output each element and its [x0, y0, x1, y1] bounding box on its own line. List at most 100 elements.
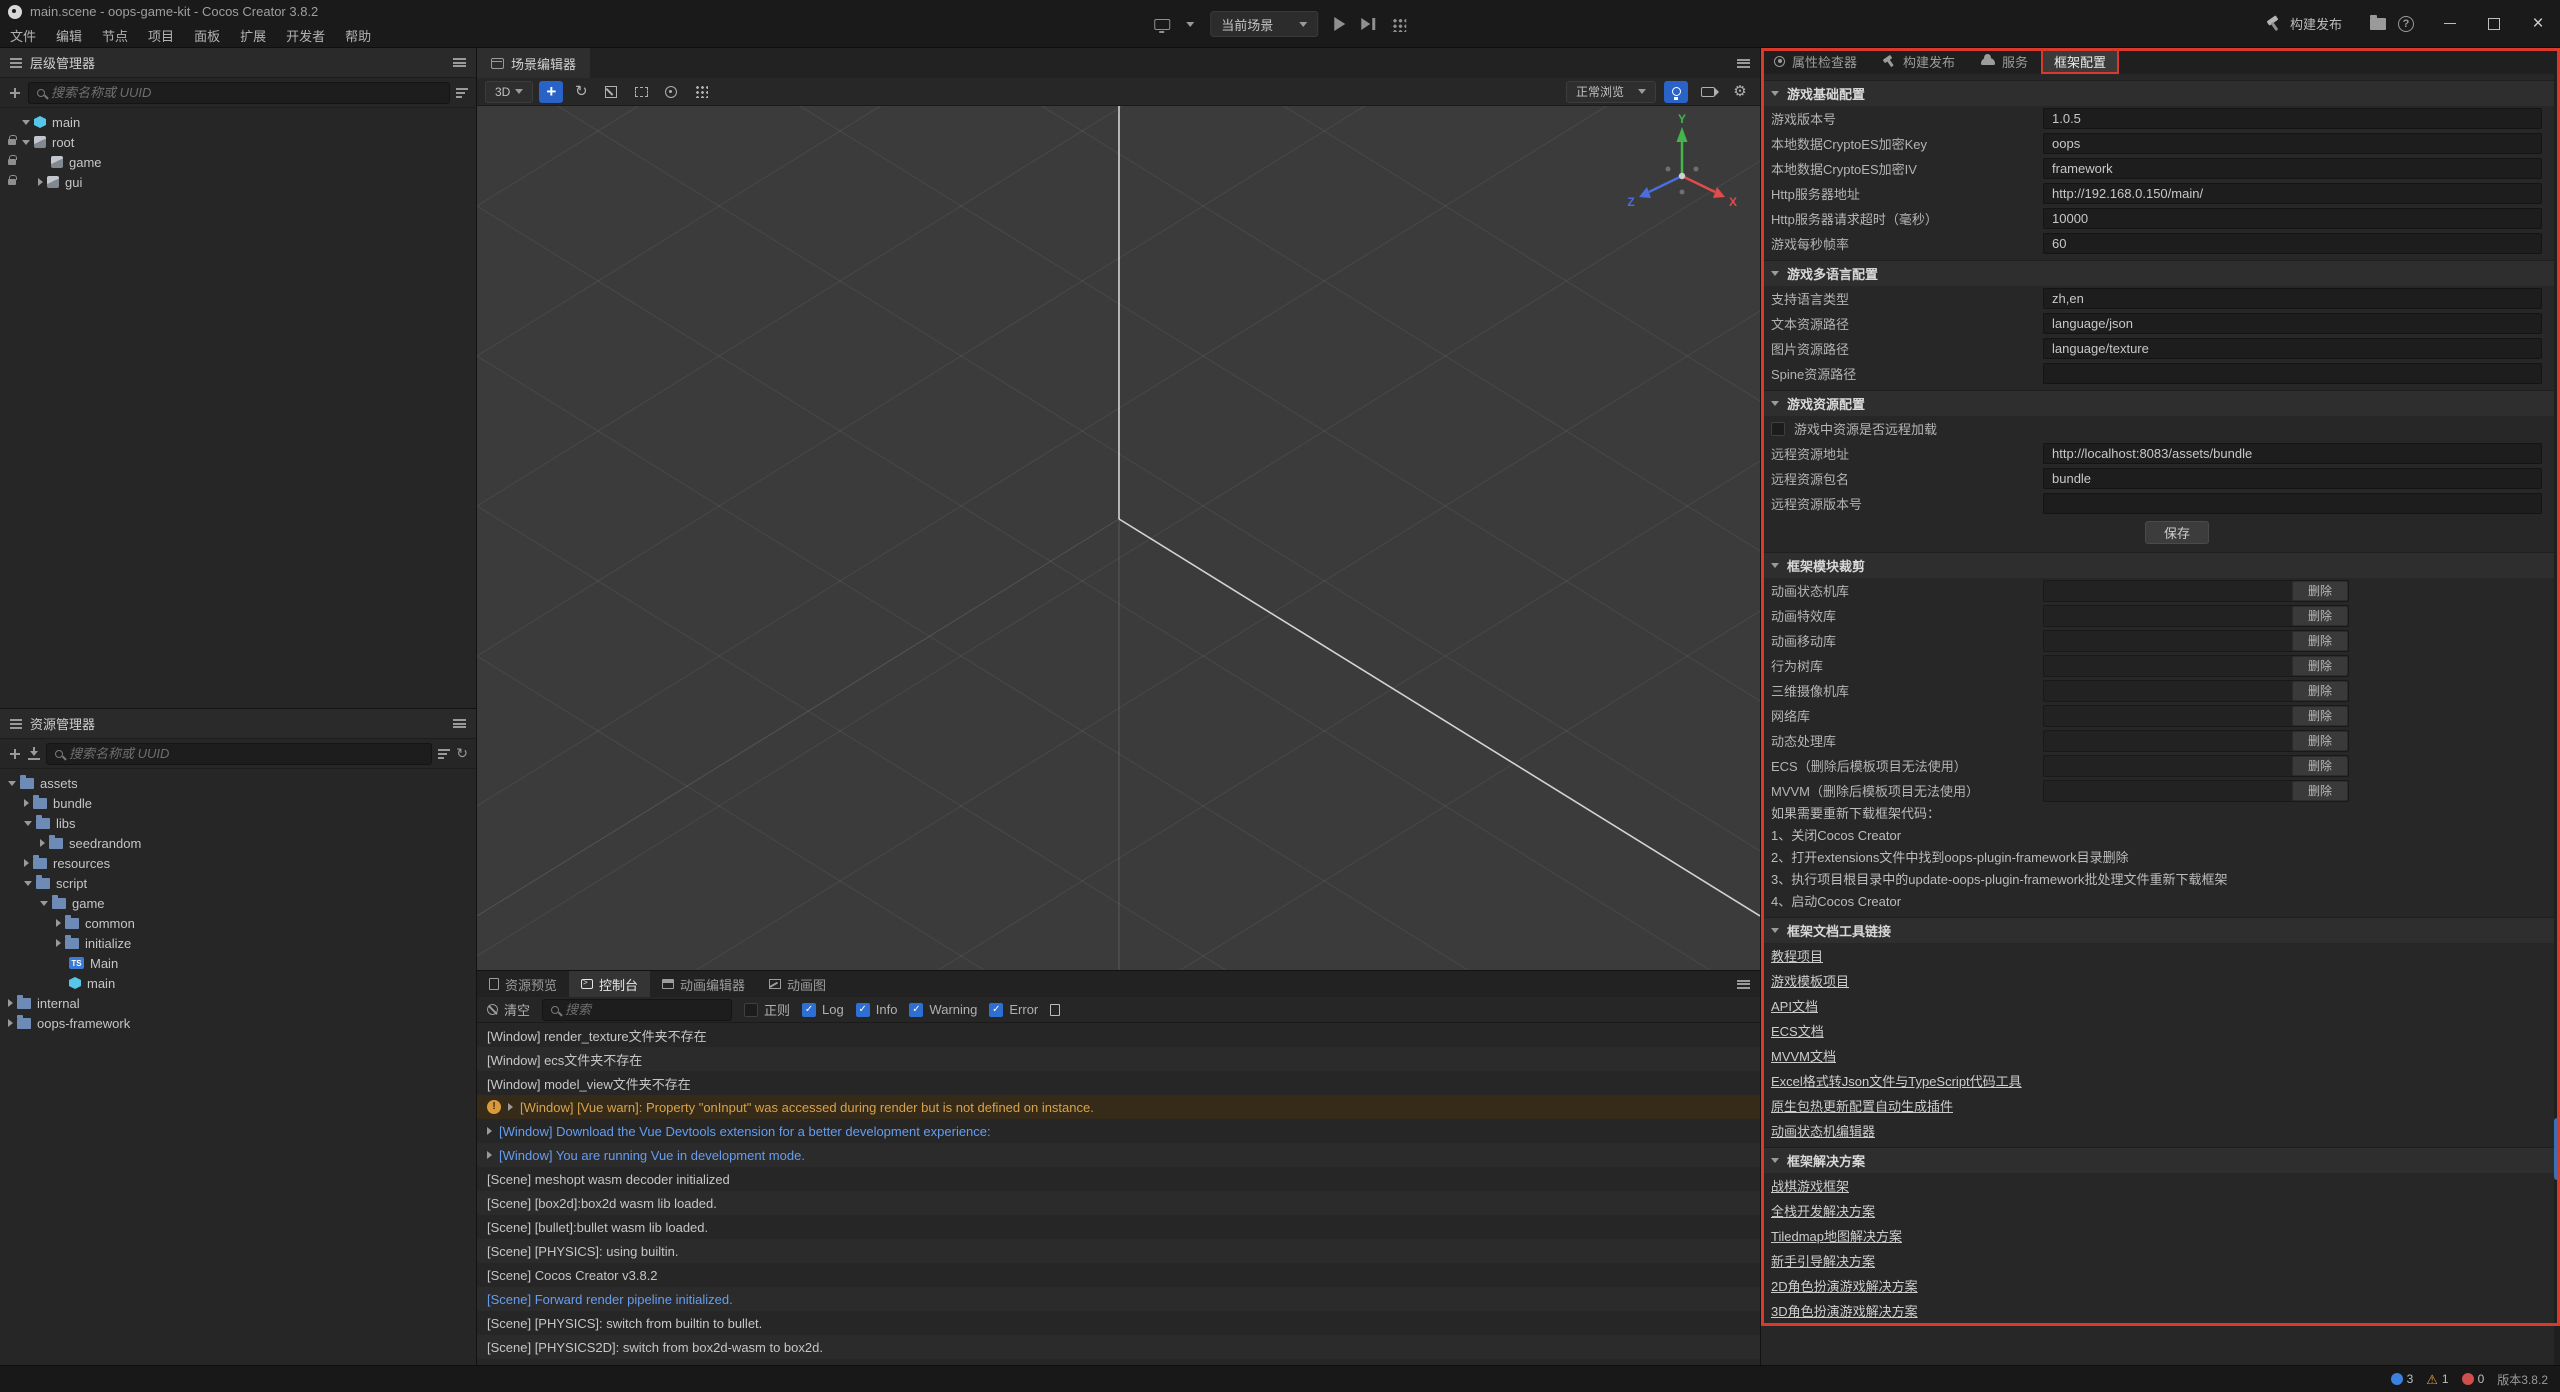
- scene-light-toggle[interactable]: [1664, 81, 1688, 103]
- help-icon[interactable]: [2398, 16, 2414, 32]
- assets-filter-icon[interactable]: [438, 749, 450, 759]
- info-count[interactable]: 3: [2391, 1372, 2414, 1386]
- hierarchy-filter-icon[interactable]: [456, 88, 468, 98]
- filter-error[interactable]: Error: [989, 1002, 1038, 1017]
- expand-arrow-icon[interactable]: [22, 120, 30, 125]
- game-version-input[interactable]: [2043, 108, 2542, 129]
- assets-search-input[interactable]: [69, 746, 423, 761]
- hierarchy-search-input[interactable]: [51, 85, 441, 100]
- collapse-arrow-icon[interactable]: [40, 839, 45, 847]
- tab-build-publish[interactable]: 构建发布: [1870, 48, 1968, 74]
- collapse-arrow-icon[interactable]: [56, 939, 61, 947]
- menu-developer[interactable]: 开发者: [276, 23, 335, 47]
- tab-console[interactable]: 控制台: [569, 971, 650, 997]
- link-template-project[interactable]: 游戏模板项目: [1771, 971, 1849, 990]
- link-excel-tool[interactable]: Excel格式转Json文件与TypeScript代码工具: [1771, 1071, 2022, 1090]
- tree-row-gui[interactable]: gui: [0, 172, 476, 192]
- tree-row-main[interactable]: main: [0, 112, 476, 132]
- link-3d-rpg[interactable]: 3D角色扮演游戏解决方案: [1771, 1301, 1918, 1320]
- view-mode-select[interactable]: 正常浏览: [1566, 81, 1656, 103]
- pivot-toggle-button[interactable]: [659, 81, 683, 103]
- collapse-section-icon[interactable]: [1771, 401, 1779, 406]
- log-entry[interactable]: [Scene] [PHYSICS2D]: switch from box2d-w…: [477, 1335, 1760, 1359]
- build-publish-button[interactable]: 构建发布: [2250, 14, 2358, 33]
- crypto-key-input[interactable]: [2043, 133, 2542, 154]
- collapse-section-icon[interactable]: [1771, 271, 1779, 276]
- remote-bundle-input[interactable]: [2043, 468, 2542, 489]
- expand-arrow-icon[interactable]: [24, 821, 32, 826]
- warning-checkbox[interactable]: [909, 1003, 923, 1017]
- error-count[interactable]: 0: [2462, 1372, 2485, 1386]
- inspector-scrollbar[interactable]: [2554, 74, 2560, 1365]
- delete-module-button[interactable]: 删除: [2292, 656, 2348, 676]
- section-solutions[interactable]: 框架解决方案: [1761, 1147, 2554, 1173]
- asset-row-common[interactable]: common: [0, 913, 476, 933]
- expand-caret-icon[interactable]: [487, 1127, 492, 1135]
- tab-scene-editor[interactable]: 场景编辑器: [477, 48, 590, 78]
- language-types-input[interactable]: [2043, 288, 2542, 309]
- add-node-icon[interactable]: [8, 86, 22, 100]
- delete-module-button[interactable]: 删除: [2292, 706, 2348, 726]
- preview-device-icon[interactable]: [1154, 19, 1170, 30]
- link-api-docs[interactable]: API文档: [1771, 996, 1818, 1015]
- collapse-section-icon[interactable]: [1771, 563, 1779, 568]
- remote-version-input[interactable]: [2043, 493, 2542, 514]
- minimize-button[interactable]: [2428, 0, 2472, 48]
- expand-caret-icon[interactable]: [487, 1151, 492, 1159]
- log-entry-info[interactable]: [Window] Download the Vue Devtools exten…: [477, 1119, 1760, 1143]
- asset-row-main-scene[interactable]: main: [0, 973, 476, 993]
- asset-row-initialize[interactable]: initialize: [0, 933, 476, 953]
- text-path-input[interactable]: [2043, 313, 2542, 334]
- step-button[interactable]: [1361, 18, 1375, 30]
- delete-module-button[interactable]: 删除: [2292, 756, 2348, 776]
- expand-arrow-icon[interactable]: [24, 881, 32, 886]
- link-guide[interactable]: 新手引导解决方案: [1771, 1251, 1875, 1270]
- console-search-input[interactable]: [565, 1002, 723, 1017]
- section-doc-links[interactable]: 框架文档工具链接: [1761, 917, 2554, 943]
- link-hotupdate-plugin[interactable]: 原生包热更新配置自动生成插件: [1771, 1096, 1953, 1115]
- gizmo-x-label[interactable]: X: [1729, 195, 1737, 209]
- log-entry[interactable]: [Scene] meshopt wasm decoder initialized: [477, 1167, 1760, 1191]
- open-project-folder-icon[interactable]: [2370, 18, 2386, 30]
- tab-animation-editor[interactable]: 动画编辑器: [650, 971, 757, 997]
- preview-scene-select[interactable]: 当前场景: [1210, 11, 1318, 37]
- remote-load-checkbox[interactable]: [1771, 422, 1785, 436]
- log-entry[interactable]: [Window] ecs文件夹不存在: [477, 1047, 1760, 1071]
- error-checkbox[interactable]: [989, 1003, 1003, 1017]
- scale-tool-button[interactable]: [599, 81, 623, 103]
- menu-node[interactable]: 节点: [92, 23, 138, 47]
- section-resource-config[interactable]: 游戏资源配置: [1761, 390, 2554, 416]
- export-log-icon[interactable]: [1050, 1004, 1060, 1016]
- filter-info[interactable]: Info: [856, 1002, 898, 1017]
- rect-tool-button[interactable]: [629, 81, 653, 103]
- tab-service[interactable]: 服务: [1968, 48, 2041, 74]
- refresh-icon[interactable]: [456, 745, 468, 762]
- hierarchy-menu-icon[interactable]: [453, 58, 466, 67]
- scene-viewport[interactable]: Y X Z: [477, 106, 1760, 970]
- snap-settings-button[interactable]: [689, 81, 713, 103]
- remote-url-input[interactable]: [2043, 443, 2542, 464]
- log-checkbox[interactable]: [802, 1003, 816, 1017]
- link-war-chess[interactable]: 战棋游戏框架: [1771, 1176, 1849, 1195]
- log-entry[interactable]: [Window] render_texture文件夹不存在: [477, 1023, 1760, 1047]
- link-2d-rpg[interactable]: 2D角色扮演游戏解决方案: [1771, 1276, 1918, 1295]
- asset-row-game[interactable]: game: [0, 893, 476, 913]
- asset-row-libs[interactable]: libs: [0, 813, 476, 833]
- log-entry[interactable]: [Scene] Cocos Creator v3.8.2: [477, 1263, 1760, 1287]
- menu-file[interactable]: 文件: [0, 23, 46, 47]
- collapse-section-icon[interactable]: [1771, 91, 1779, 96]
- asset-row-oops-framework[interactable]: oops-framework: [0, 1013, 476, 1033]
- log-entry-warning[interactable]: [Window] [Vue warn]: Property "onInput" …: [477, 1095, 1760, 1119]
- scrollbar-thumb[interactable]: [2554, 1118, 2560, 1180]
- axis-gizmo[interactable]: Y X Z: [1622, 114, 1742, 224]
- collapse-section-icon[interactable]: [1771, 1158, 1779, 1163]
- log-entry[interactable]: [Scene] [PHYSICS]: using builtin.: [477, 1239, 1760, 1263]
- tree-row-game[interactable]: game: [0, 152, 476, 172]
- asset-row-bundle[interactable]: bundle: [0, 793, 476, 813]
- collapse-arrow-icon[interactable]: [38, 178, 43, 186]
- log-entry[interactable]: [Scene] [bullet]:bullet wasm lib loaded.: [477, 1215, 1760, 1239]
- play-button[interactable]: [1334, 17, 1345, 31]
- clear-console-button[interactable]: 清空: [487, 1000, 530, 1019]
- asset-row-seedrandom[interactable]: seedrandom: [0, 833, 476, 853]
- delete-module-button[interactable]: 删除: [2292, 681, 2348, 701]
